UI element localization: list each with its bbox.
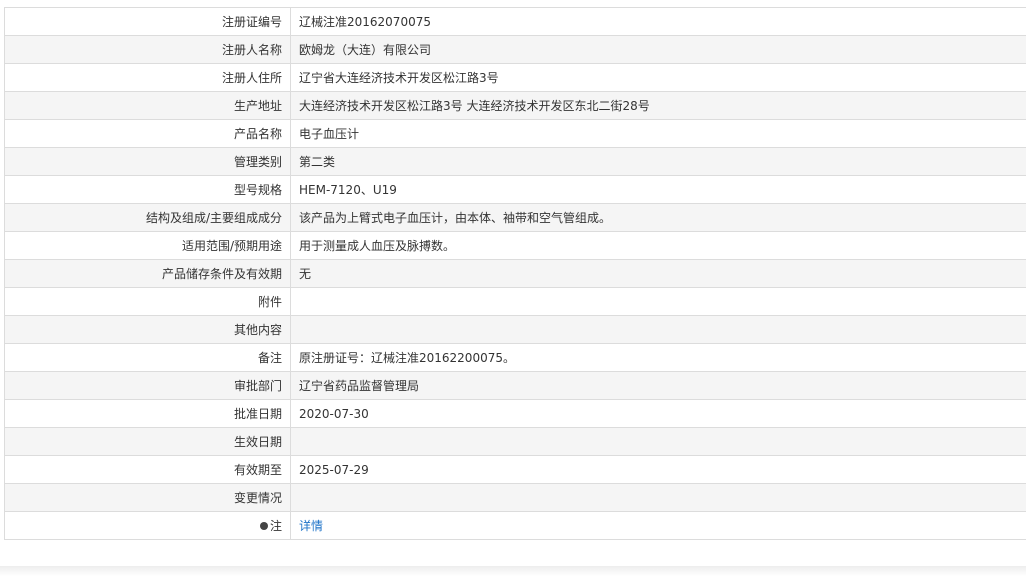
value-approval-date: 2020-07-30 bbox=[290, 399, 1026, 428]
value-change-status bbox=[290, 483, 1026, 512]
value-production-address: 大连经济技术开发区松江路3号 大连经济技术开发区东北二街28号 bbox=[290, 91, 1026, 120]
label-registration-number: 注册证编号 bbox=[4, 7, 291, 36]
row-other-content: 其他内容 bbox=[4, 315, 1026, 344]
details-link[interactable]: 详情 bbox=[299, 519, 323, 533]
label-product-name: 产品名称 bbox=[4, 119, 291, 148]
value-note: 详情 bbox=[290, 511, 1026, 540]
row-registrant-address: 注册人住所 辽宁省大连经济技术开发区松江路3号 bbox=[4, 63, 1026, 92]
label-remarks: 备注 bbox=[4, 343, 291, 372]
row-valid-until: 有效期至 2025-07-29 bbox=[4, 455, 1026, 484]
row-model-spec: 型号规格 HEM-7120、U19 bbox=[4, 175, 1026, 204]
label-valid-until: 有效期至 bbox=[4, 455, 291, 484]
registration-detail-table: 注册证编号 辽械注准20162070075 注册人名称 欧姆龙（大连）有限公司 … bbox=[4, 7, 1026, 540]
row-approval-department: 审批部门 辽宁省药品监督管理局 bbox=[4, 371, 1026, 400]
value-management-class: 第二类 bbox=[290, 147, 1026, 176]
label-effective-date: 生效日期 bbox=[4, 427, 291, 456]
bottom-shadow bbox=[0, 566, 1026, 576]
label-change-status: 变更情况 bbox=[4, 483, 291, 512]
row-registrant-name: 注册人名称 欧姆龙（大连）有限公司 bbox=[4, 35, 1026, 64]
value-remarks: 原注册证号：辽械注准20162200075。 bbox=[290, 343, 1026, 372]
value-registrant-address: 辽宁省大连经济技术开发区松江路3号 bbox=[290, 63, 1026, 92]
value-product-name: 电子血压计 bbox=[290, 119, 1026, 148]
pin-icon bbox=[259, 522, 268, 530]
value-model-spec: HEM-7120、U19 bbox=[290, 175, 1026, 204]
row-storage-validity: 产品储存条件及有效期 无 bbox=[4, 259, 1026, 288]
label-registrant-name: 注册人名称 bbox=[4, 35, 291, 64]
value-valid-until: 2025-07-29 bbox=[290, 455, 1026, 484]
label-other-content: 其他内容 bbox=[4, 315, 291, 344]
value-approval-department: 辽宁省药品监督管理局 bbox=[290, 371, 1026, 400]
row-approval-date: 批准日期 2020-07-30 bbox=[4, 399, 1026, 428]
label-structure-composition: 结构及组成/主要组成成分 bbox=[4, 203, 291, 232]
label-model-spec: 型号规格 bbox=[4, 175, 291, 204]
row-product-name: 产品名称 电子血压计 bbox=[4, 119, 1026, 148]
value-storage-validity: 无 bbox=[290, 259, 1026, 288]
row-intended-use: 适用范围/预期用途 用于测量成人血压及脉搏数。 bbox=[4, 231, 1026, 260]
label-approval-department: 审批部门 bbox=[4, 371, 291, 400]
row-remarks: 备注 原注册证号：辽械注准20162200075。 bbox=[4, 343, 1026, 372]
row-production-address: 生产地址 大连经济技术开发区松江路3号 大连经济技术开发区东北二街28号 bbox=[4, 91, 1026, 120]
value-attachment bbox=[290, 287, 1026, 316]
label-approval-date: 批准日期 bbox=[4, 399, 291, 428]
value-effective-date bbox=[290, 427, 1026, 456]
label-intended-use: 适用范围/预期用途 bbox=[4, 231, 291, 260]
row-management-class: 管理类别 第二类 bbox=[4, 147, 1026, 176]
label-production-address: 生产地址 bbox=[4, 91, 291, 120]
row-change-status: 变更情况 bbox=[4, 483, 1026, 512]
label-management-class: 管理类别 bbox=[4, 147, 291, 176]
row-registration-number: 注册证编号 辽械注准20162070075 bbox=[4, 7, 1026, 36]
row-structure-composition: 结构及组成/主要组成成分 该产品为上臂式电子血压计，由本体、袖带和空气管组成。 bbox=[4, 203, 1026, 232]
label-attachment: 附件 bbox=[4, 287, 291, 316]
value-intended-use: 用于测量成人血压及脉搏数。 bbox=[290, 231, 1026, 260]
row-note: 注 详情 bbox=[4, 511, 1026, 540]
value-registration-number: 辽械注准20162070075 bbox=[290, 7, 1026, 36]
label-registrant-address: 注册人住所 bbox=[4, 63, 291, 92]
row-effective-date: 生效日期 bbox=[4, 427, 1026, 456]
registration-detail-panel: 注册证编号 辽械注准20162070075 注册人名称 欧姆龙（大连）有限公司 … bbox=[4, 7, 1026, 540]
label-storage-validity: 产品储存条件及有效期 bbox=[4, 259, 291, 288]
row-attachment: 附件 bbox=[4, 287, 1026, 316]
value-registrant-name: 欧姆龙（大连）有限公司 bbox=[290, 35, 1026, 64]
note-label: 注 bbox=[269, 519, 282, 533]
value-other-content bbox=[290, 315, 1026, 344]
value-structure-composition: 该产品为上臂式电子血压计，由本体、袖带和空气管组成。 bbox=[290, 203, 1026, 232]
label-note: 注 bbox=[4, 511, 291, 540]
